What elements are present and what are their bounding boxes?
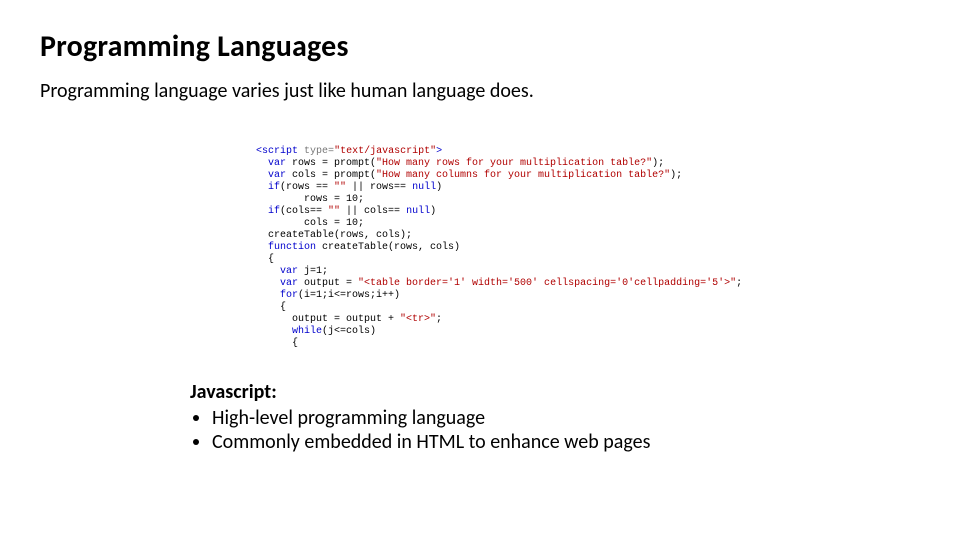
- subtitle: Programming language varies just like hu…: [40, 79, 920, 103]
- description-lead: Javascript:: [190, 380, 650, 404]
- code-line-13: for(i=1;i<=rows;i++): [256, 290, 400, 301]
- code-line-7: cols = 10;: [256, 218, 364, 229]
- description-bullet: High-level programming language: [212, 406, 650, 430]
- code-line-14: {: [256, 302, 286, 313]
- code-line-3: var cols = prompt("How many columns for …: [256, 170, 682, 181]
- code-line-4: if(rows == "" || rows== null): [256, 182, 442, 193]
- code-line-11: var j=1;: [256, 266, 328, 277]
- code-line-10: {: [256, 254, 274, 265]
- description-bullet: Commonly embedded in HTML to enhance web…: [212, 430, 650, 454]
- code-line-2: var rows = prompt("How many rows for you…: [256, 158, 664, 169]
- code-line-17: {: [256, 338, 298, 349]
- code-sample: <script type="text/javascript"> var rows…: [256, 146, 786, 350]
- page-title: Programming Languages: [40, 28, 920, 65]
- code-line-15: output = output + "<tr>";: [256, 314, 442, 325]
- code-line-12: var output = "<table border='1' width='5…: [256, 278, 742, 289]
- description-list: High-level programming language Commonly…: [190, 406, 650, 454]
- code-line-6: if(cols== "" || cols== null): [256, 206, 436, 217]
- code-line-16: while(j<=cols): [256, 326, 376, 337]
- code-line-9: function createTable(rows, cols): [256, 242, 460, 253]
- slide: Programming Languages Programming langua…: [0, 0, 960, 540]
- code-line-8: createTable(rows, cols);: [256, 230, 412, 241]
- code-line-5: rows = 10;: [256, 194, 364, 205]
- code-line-1: <script type="text/javascript">: [256, 146, 442, 157]
- description-block: Javascript: High-level programming langu…: [190, 380, 650, 454]
